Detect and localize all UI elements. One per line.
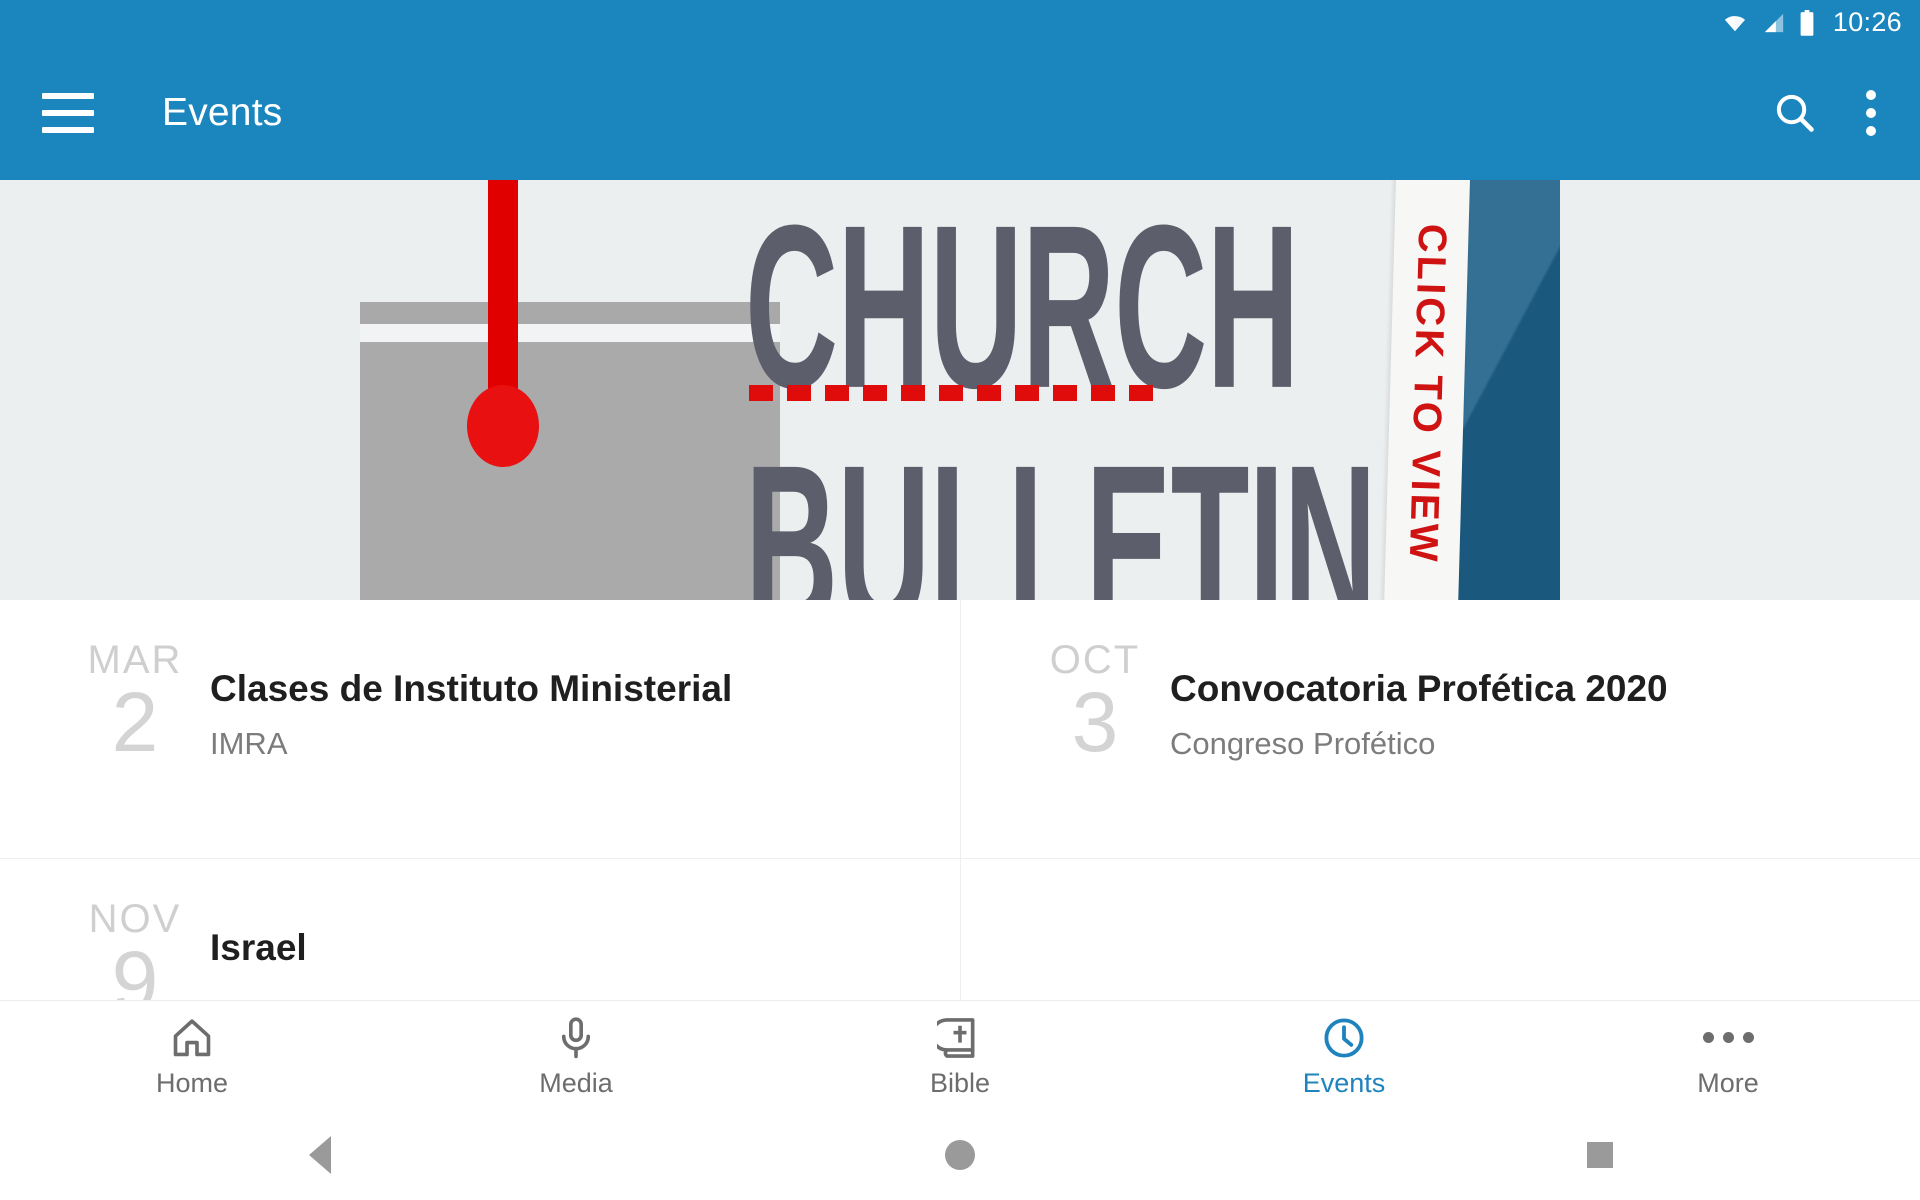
tab-home[interactable]: Home [0, 1015, 384, 1097]
back-triangle-icon [309, 1136, 331, 1174]
thermometer-stem-icon [488, 180, 518, 420]
banner-dashed-divider [749, 385, 1189, 401]
banner-headline-line2: BULLETIN [745, 416, 1377, 600]
event-text: Clases de Instituto Ministerial IMRA [210, 600, 732, 761]
tab-more[interactable]: More [1536, 1015, 1920, 1097]
cell-signal-icon [1764, 13, 1784, 32]
banner-wall-body [360, 342, 780, 600]
search-icon[interactable] [1772, 90, 1818, 136]
app-bar: Events [0, 45, 1920, 180]
bible-book-icon [937, 1017, 975, 1058]
status-bar: 10:26 [0, 0, 1920, 45]
recents-square-icon [1587, 1142, 1613, 1168]
event-subtitle: Congreso Profético [1170, 725, 1436, 761]
event-month: MAR [87, 638, 183, 682]
tab-media-label: Media [539, 1067, 613, 1098]
banner-wall-rail [360, 302, 780, 324]
event-text: Convocatoria Profética 2020 Congreso Pro… [1170, 600, 1668, 761]
tab-bible[interactable]: Bible [768, 1015, 1152, 1097]
system-back-button[interactable] [0, 1136, 640, 1174]
event-date: MAR 2 [0, 600, 210, 766]
banner-wall-top [360, 180, 780, 302]
status-bar-icons: 10:26 [1721, 9, 1902, 36]
event-list-item[interactable]: MAR 2 Clases de Instituto Ministerial IM… [0, 600, 960, 858]
microphone-icon [561, 1016, 591, 1058]
click-to-view-label: CLICK TO VIEW [1400, 223, 1455, 565]
status-bar-clock: 10:26 [1832, 7, 1902, 37]
bottom-tab-bar: Home Media Bible Events More [0, 1000, 1920, 1110]
banner-wall-rail-highlight [360, 324, 780, 342]
tab-home-label: Home [155, 1067, 229, 1098]
overflow-menu-icon[interactable] [1866, 86, 1876, 140]
system-home-button[interactable] [640, 1140, 1280, 1170]
event-date: OCT 3 [960, 600, 1170, 766]
system-recents-button[interactable] [1280, 1142, 1920, 1168]
tab-events[interactable]: Events [1152, 1015, 1536, 1097]
wifi-icon [1724, 15, 1746, 31]
android-system-nav [0, 1110, 1920, 1200]
banner-artwork: CHURCH BULLETIN CLICK TO VIEW [360, 180, 1560, 600]
event-month: NOV [88, 897, 182, 941]
event-day: 2 [111, 675, 159, 769]
events-list: MAR 2 Clases de Instituto Ministerial IM… [0, 600, 1920, 1024]
clock-icon [1324, 1017, 1364, 1058]
click-to-view-strip[interactable]: CLICK TO VIEW [1383, 180, 1471, 600]
event-month: OCT [1049, 638, 1141, 682]
page-title: Events [162, 90, 283, 134]
tab-more-label: More [1697, 1067, 1759, 1098]
event-text: Israel [210, 859, 307, 985]
event-list-item[interactable]: OCT 3 Convocatoria Profética 2020 Congre… [960, 600, 1920, 858]
battery-icon [1800, 9, 1814, 36]
banner-headline: CHURCH BULLETIN [745, 180, 1377, 600]
tab-events-label: Events [1302, 1067, 1386, 1098]
home-icon [173, 1018, 211, 1056]
tab-media[interactable]: Media [384, 1015, 768, 1097]
event-title: Israel [210, 927, 307, 968]
app-bar-actions [1772, 86, 1920, 140]
thermometer-bulb-icon [467, 385, 539, 467]
more-dots-icon [1702, 1015, 1754, 1061]
event-title: Convocatoria Profética 2020 [1170, 668, 1668, 709]
hamburger-menu-icon[interactable] [42, 91, 102, 135]
church-bulletin-banner[interactable]: CHURCH BULLETIN CLICK TO VIEW [0, 180, 1920, 600]
event-subtitle: IMRA [210, 725, 288, 761]
home-circle-icon [945, 1140, 975, 1170]
event-day: 3 [1071, 675, 1119, 769]
tab-bible-label: Bible [929, 1067, 991, 1098]
event-title: Clases de Instituto Ministerial [210, 668, 733, 709]
